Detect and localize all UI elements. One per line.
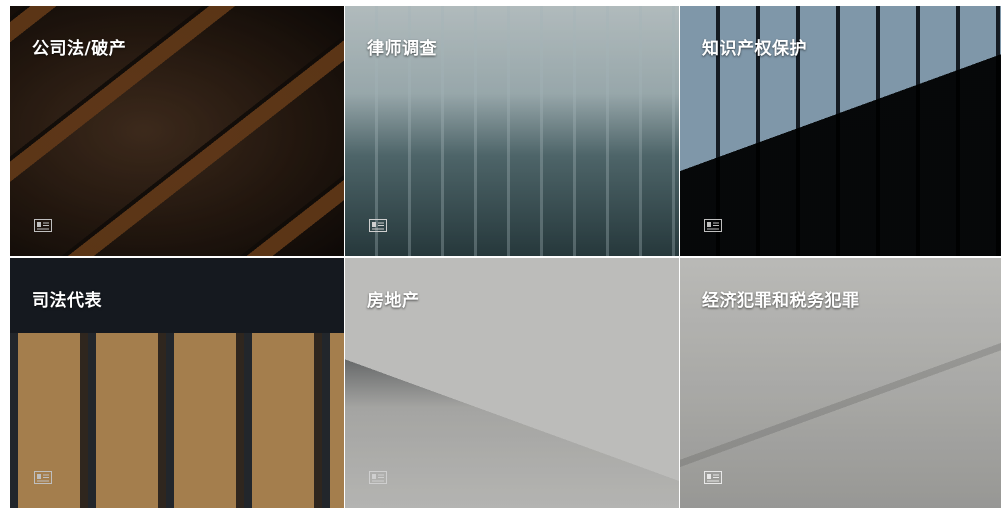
- tile-title: 经济犯罪和税务犯罪: [702, 291, 860, 311]
- practice-area-grid: 公司法/破产 律师调查 知识产权保护 司法代表 房地产 经济犯罪和税务犯罪: [10, 6, 1001, 508]
- card-icon: [704, 219, 722, 232]
- tile-economic-tax-crime[interactable]: 经济犯罪和税务犯罪: [680, 258, 1001, 508]
- tile-title: 房地产: [367, 291, 420, 311]
- tile-title: 公司法/破产: [32, 39, 127, 59]
- card-icon: [369, 219, 387, 232]
- tile-ip-protection[interactable]: 知识产权保护: [680, 6, 1001, 256]
- tile-judicial-representation[interactable]: 司法代表: [10, 258, 344, 508]
- tile-real-estate[interactable]: 房地产: [345, 258, 679, 508]
- tile-title: 知识产权保护: [702, 39, 807, 59]
- card-icon: [34, 219, 52, 232]
- tile-legal-investigation[interactable]: 律师调查: [345, 6, 679, 256]
- tile-title: 司法代表: [32, 291, 102, 311]
- tile-corporate-insolvency[interactable]: 公司法/破产: [10, 6, 344, 256]
- tile-title: 律师调查: [367, 39, 437, 59]
- card-icon: [704, 471, 722, 484]
- card-icon: [369, 471, 387, 484]
- card-icon: [34, 471, 52, 484]
